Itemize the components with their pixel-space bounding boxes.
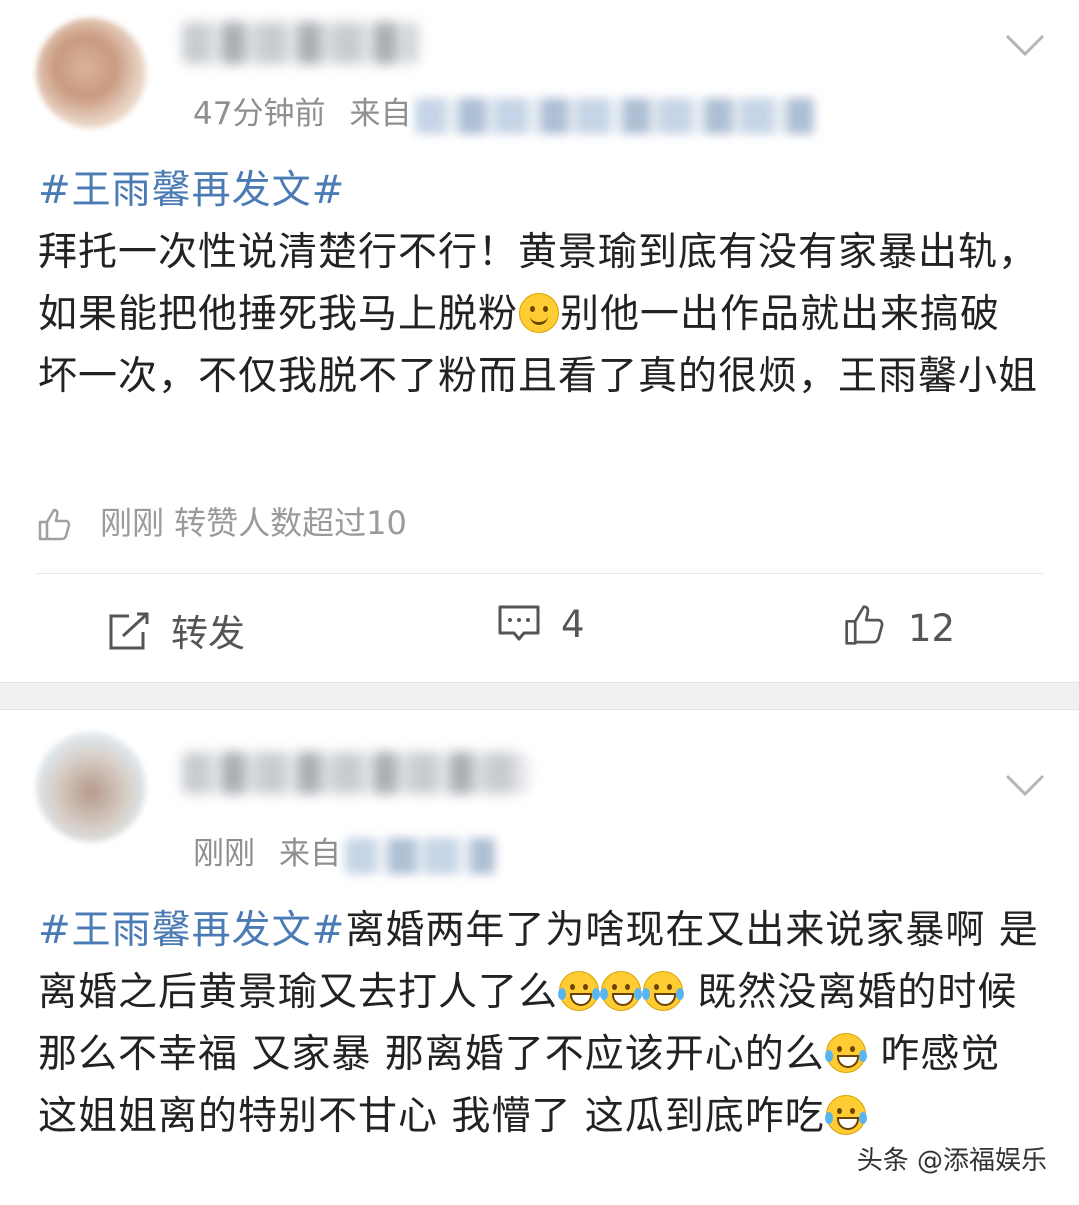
laugh-cry-emoji — [642, 971, 685, 1011]
watermark: 头条 @添福娱乐 — [850, 1138, 1053, 1179]
hashtag-link[interactable]: #王雨馨再发文# — [38, 168, 345, 213]
blurred-source — [345, 837, 495, 874]
like-status: 刚刚 转赞人数超过10 — [36, 498, 407, 544]
like-button[interactable]: 12 — [842, 603, 955, 650]
blurred-source — [415, 97, 816, 134]
source-label: 来自 — [349, 96, 412, 132]
repost-label: 转发 — [171, 612, 245, 655]
repost-icon — [109, 612, 149, 650]
repost-button[interactable]: 转发 — [107, 603, 245, 657]
post-body: #王雨馨再发文# 拜托一次性说清楚行不行！黄景瑜到底有没有家暴出轨，如果能把他捶… — [38, 160, 1039, 408]
laugh-cry-emoji — [824, 1033, 867, 1073]
divider — [36, 573, 1043, 574]
avatar[interactable] — [36, 732, 146, 842]
post-separator — [0, 682, 1079, 710]
post-card[interactable]: 47分钟前 来自 #王雨馨再发文# 拜托一次性说清楚行不行！黄景瑜到底有没有家暴出… — [0, 0, 1079, 682]
comment-icon — [498, 605, 540, 641]
like-status-text: 刚刚 转赞人数超过10 — [100, 504, 407, 542]
post-time: 47分钟前 — [193, 96, 326, 132]
hashtag-link[interactable]: #王雨馨再发文# — [38, 908, 345, 953]
post-time: 刚刚 — [193, 836, 255, 872]
post-meta: 刚刚 来自 — [193, 828, 495, 874]
blurred-username[interactable] — [182, 22, 418, 64]
blurred-username[interactable] — [182, 752, 527, 794]
post-meta: 47分钟前 来自 — [193, 88, 816, 134]
like-count: 12 — [908, 607, 956, 650]
laugh-cry-emoji — [600, 971, 643, 1011]
chevron-down-icon[interactable] — [1003, 30, 1047, 60]
source-label: 来自 — [279, 836, 341, 872]
smile-emoji — [519, 293, 560, 333]
post-body: #王雨馨再发文#离婚两年了为啥现在又出来说家暴啊 是离婚之后黄景瑜又去打人了么 … — [38, 900, 1039, 1148]
comment-count: 4 — [561, 603, 585, 646]
avatar[interactable] — [36, 18, 146, 128]
thumbs-up-icon — [845, 605, 884, 645]
chevron-down-icon[interactable] — [1003, 770, 1047, 800]
comment-button[interactable]: 4 — [497, 603, 585, 646]
laugh-cry-emoji — [558, 971, 601, 1011]
crying-emoji — [824, 1095, 867, 1135]
thumbs-up-icon — [38, 508, 71, 541]
post-card[interactable]: 刚刚 来自 #王雨馨再发文#离婚两年了为啥现在又出来说家暴啊 是离婚之后黄景瑜又去… — [0, 710, 1079, 1205]
